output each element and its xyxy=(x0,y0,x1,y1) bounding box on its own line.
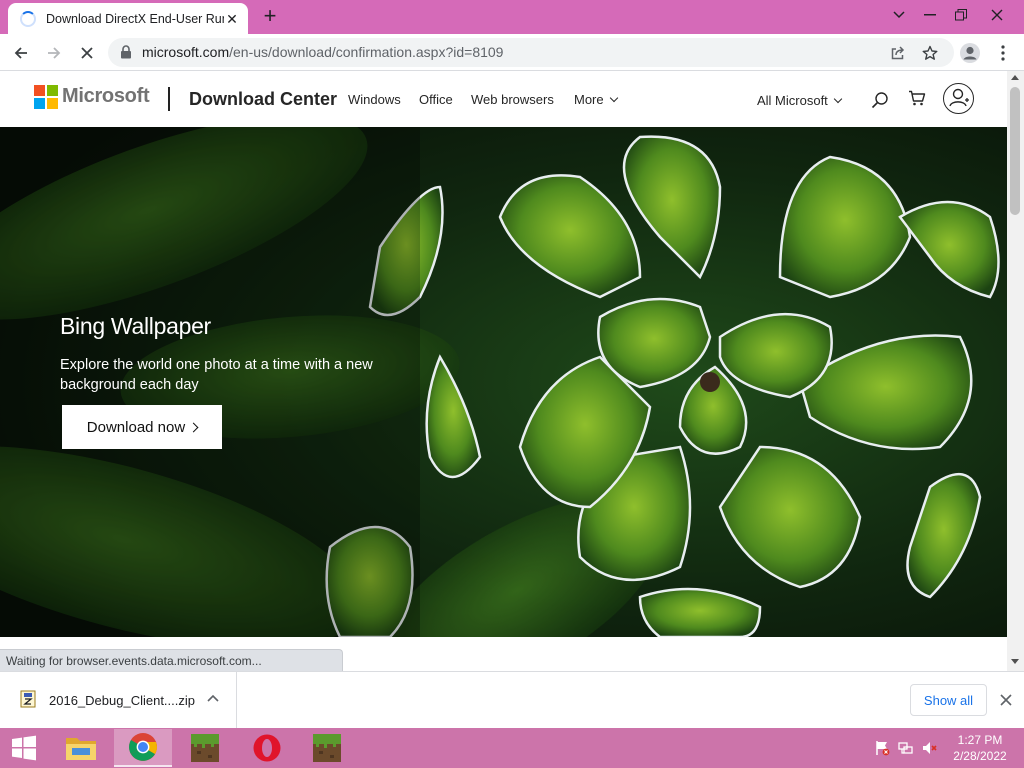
download-now-button[interactable]: Download now xyxy=(62,405,222,449)
restore-button[interactable] xyxy=(944,0,978,30)
download-file-name: 2016_Debug_Client....zip xyxy=(49,693,195,708)
cart-icon xyxy=(909,90,926,106)
logo-square-yellow xyxy=(47,98,58,109)
nav-more[interactable]: More xyxy=(574,92,618,107)
clock-date: 2/28/2022 xyxy=(953,749,1007,763)
chevron-up-icon[interactable] xyxy=(207,694,219,702)
opera-button[interactable] xyxy=(238,729,296,767)
scrollbar-thumb[interactable] xyxy=(1010,87,1020,215)
menu-button[interactable] xyxy=(990,40,1016,66)
folder-icon xyxy=(66,738,96,760)
back-button[interactable] xyxy=(8,40,34,66)
hero-banner: Bing Wallpaper Explore the world one pho… xyxy=(0,127,1007,637)
logo-square-red xyxy=(34,85,45,96)
system-clock[interactable]: 1:27 PM 2/28/2022 xyxy=(948,732,1012,764)
windows-logo-icon xyxy=(12,735,36,761)
minecraft-button-2[interactable] xyxy=(298,729,356,767)
download-shelf: 2016_Debug_Client....zip Show all xyxy=(0,671,1024,728)
file-explorer-button[interactable] xyxy=(52,729,110,767)
share-button[interactable] xyxy=(888,43,908,63)
minimize-button[interactable] xyxy=(913,0,947,30)
windows-taskbar: 1:27 PM 2/28/2022 xyxy=(0,728,1024,768)
loading-spinner-icon xyxy=(20,10,36,27)
nav-more-label: More xyxy=(574,92,604,107)
header-divider xyxy=(168,87,170,111)
url-text: microsoft.com/en-us/download/confirmatio… xyxy=(142,44,503,60)
zip-file-icon xyxy=(20,690,36,708)
forward-arrow-icon xyxy=(48,47,61,59)
nav-office[interactable]: Office xyxy=(419,92,453,107)
brand-name[interactable]: Microsoft xyxy=(62,85,150,108)
chevron-down-icon xyxy=(893,11,905,19)
download-now-label: Download now xyxy=(86,418,186,436)
chrome-button[interactable] xyxy=(114,729,172,767)
star-icon xyxy=(922,45,938,60)
logo-square-blue xyxy=(34,98,45,109)
opera-icon xyxy=(253,734,281,762)
status-bubble: Waiting for browser.events.data.microsof… xyxy=(0,649,343,671)
tab-close-icon[interactable]: ✕ xyxy=(224,11,240,27)
start-button[interactable] xyxy=(0,729,48,767)
bookmark-button[interactable] xyxy=(920,43,940,63)
chevron-right-icon xyxy=(188,422,199,432)
person-icon xyxy=(949,88,969,107)
nav-web-browsers[interactable]: Web browsers xyxy=(471,92,554,107)
profile-button[interactable] xyxy=(957,40,983,66)
chevron-down-icon xyxy=(833,94,843,104)
minecraft-grass-block-icon xyxy=(191,734,219,762)
minecraft-grass-block-icon xyxy=(313,734,341,762)
close-icon xyxy=(991,9,1003,21)
close-window-button[interactable] xyxy=(980,0,1014,30)
lock-icon[interactable] xyxy=(120,45,132,59)
network-icon[interactable] xyxy=(898,740,914,756)
logo-square-green xyxy=(47,85,58,96)
hero-description: Explore the world one photo at a time wi… xyxy=(60,357,373,393)
tab-search-button[interactable] xyxy=(882,0,916,30)
action-center-flag-icon[interactable] xyxy=(874,740,890,756)
scroll-down-arrow-icon[interactable] xyxy=(1011,659,1019,664)
scroll-up-arrow-icon[interactable] xyxy=(1011,75,1019,80)
back-arrow-icon xyxy=(14,47,27,59)
minimize-icon xyxy=(924,14,936,16)
new-tab-button[interactable]: + xyxy=(259,5,281,27)
tab-title: Download DirectX End-User Runtime Web In… xyxy=(46,11,224,26)
browser-tab[interactable]: Download DirectX End-User Runtime Web In… xyxy=(8,3,248,34)
search-button[interactable] xyxy=(869,89,891,111)
microsoft-logo-icon[interactable] xyxy=(34,85,58,109)
stop-loading-button[interactable] xyxy=(74,40,100,66)
chrome-icon xyxy=(129,733,157,761)
url-path: /en-us/download/confirmation.aspx?id=810… xyxy=(229,44,504,60)
all-microsoft-menu[interactable]: All Microsoft xyxy=(757,93,843,108)
page-scrollbar[interactable] xyxy=(1007,71,1024,671)
close-shelf-button[interactable] xyxy=(996,690,1016,710)
browser-toolbar: microsoft.com/en-us/download/confirmatio… xyxy=(0,34,1024,71)
share-icon xyxy=(891,46,905,60)
minecraft-button-1[interactable] xyxy=(176,729,234,767)
chevron-down-icon xyxy=(609,93,618,103)
account-button[interactable] xyxy=(943,83,974,114)
clock-time: 1:27 PM xyxy=(957,733,1003,747)
more-vert-icon xyxy=(1001,45,1005,61)
download-center-link[interactable]: Download Center xyxy=(189,89,337,110)
site-header: Microsoft Download Center Windows Office… xyxy=(0,71,1007,127)
stop-icon xyxy=(81,47,93,59)
close-icon xyxy=(1000,694,1012,706)
address-bar[interactable]: microsoft.com/en-us/download/confirmatio… xyxy=(108,38,954,67)
profile-icon xyxy=(960,43,980,63)
url-host: microsoft.com xyxy=(142,44,230,60)
forward-button[interactable] xyxy=(41,40,67,66)
download-item[interactable]: 2016_Debug_Client....zip xyxy=(0,672,237,728)
tab-strip: Download DirectX End-User Runtime Web In… xyxy=(0,0,1024,34)
all-microsoft-label: All Microsoft xyxy=(757,93,828,108)
restore-icon xyxy=(955,9,967,21)
nav-windows[interactable]: Windows xyxy=(348,92,401,107)
search-icon xyxy=(871,92,888,109)
show-all-button[interactable]: Show all xyxy=(910,684,987,716)
hero-title: Bing Wallpaper xyxy=(60,313,211,339)
volume-muted-icon[interactable] xyxy=(922,740,938,756)
cart-button[interactable] xyxy=(906,87,928,109)
page-viewport: Microsoft Download Center Windows Office… xyxy=(0,71,1007,671)
